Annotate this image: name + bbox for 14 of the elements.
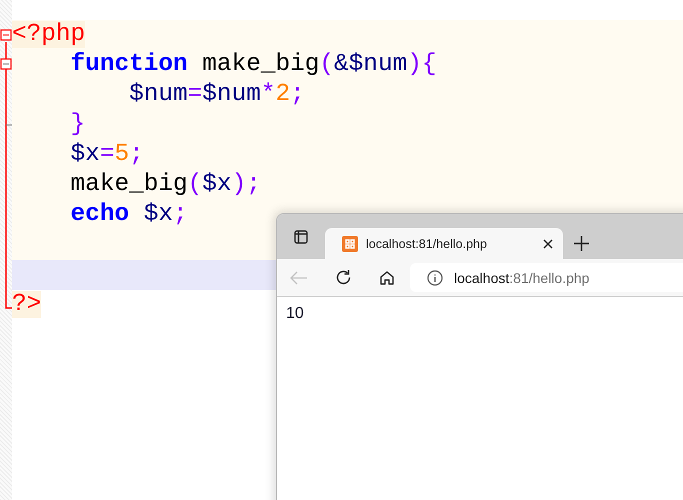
plus-icon[interactable] — [574, 236, 588, 251]
close-icon[interactable] — [543, 238, 553, 248]
reload-icon[interactable] — [334, 269, 352, 286]
page-output-text: 10 — [286, 305, 304, 323]
info-icon[interactable] — [427, 270, 443, 286]
sidebar-icon[interactable] — [294, 230, 308, 244]
collapse-icon[interactable] — [0, 58, 12, 70]
url-text: localhost:81/hello.php — [454, 270, 590, 286]
browser-tab[interactable]: localhost:81/hello.php — [325, 228, 563, 259]
collapse-icon[interactable] — [0, 29, 12, 41]
home-icon[interactable] — [379, 270, 395, 286]
server-icon — [342, 236, 358, 252]
address-bar[interactable]: localhost:81/hello.php — [410, 263, 683, 292]
fold-marker — [6, 124, 12, 126]
